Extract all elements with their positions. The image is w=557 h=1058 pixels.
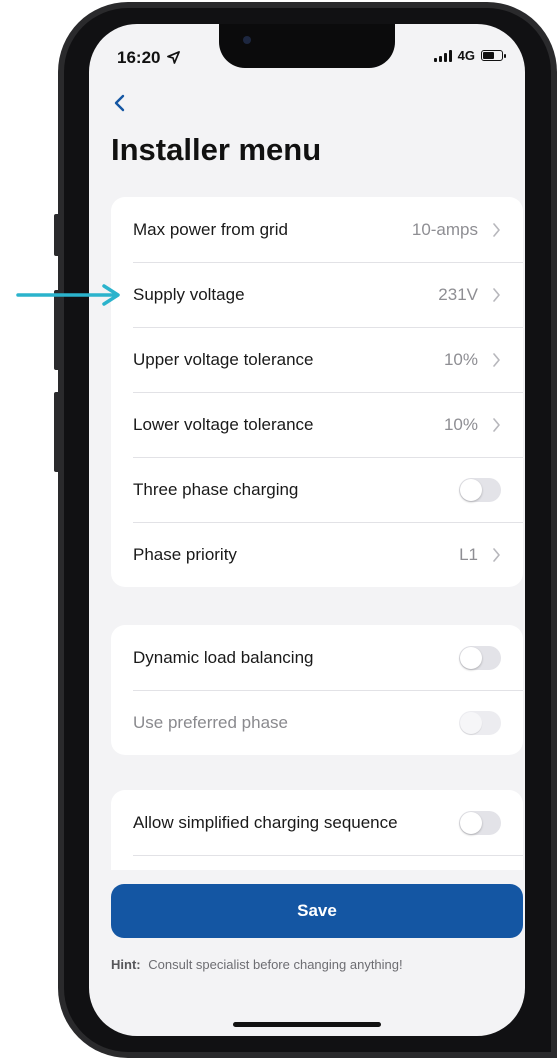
- row-label: Phase priority: [133, 544, 237, 564]
- row-value: 10-amps: [411, 219, 478, 239]
- mute-switch: [54, 214, 60, 256]
- row-label: Allow simplified charging sequence: [133, 812, 398, 832]
- chevron-right-icon: [493, 417, 500, 432]
- annotation-arrow-icon: [16, 284, 120, 306]
- row-dynamic-load-balancing: Dynamic load balancing: [111, 625, 523, 690]
- signal-bars-icon: [433, 49, 452, 62]
- app-screen: 16:20 4G Installer menu Max power from g…: [89, 24, 525, 1036]
- back-chevron-icon[interactable]: [109, 92, 131, 114]
- page-title: Installer menu: [111, 132, 322, 167]
- three-phase-toggle[interactable]: [459, 477, 501, 502]
- status-time: 16:20: [117, 48, 181, 68]
- volume-down-button: [54, 392, 60, 472]
- settings-group-grid: Max power from grid 10-amps Supply volta…: [111, 197, 523, 587]
- settings-group-charging-sequence: Allow simplified charging sequence: [111, 790, 523, 870]
- battery-icon: [481, 50, 506, 61]
- use-preferred-phase-toggle[interactable]: [459, 710, 501, 735]
- chevron-right-icon: [493, 352, 500, 367]
- camera-icon: [243, 36, 251, 44]
- hint-message: Consult specialist before changing anyth…: [148, 957, 403, 972]
- row-label: Upper voltage tolerance: [133, 349, 314, 369]
- row-value: 10%: [443, 414, 478, 434]
- hint-text: Hint: Consult specialist before changing…: [111, 957, 403, 972]
- row-phase-priority[interactable]: Phase priority L1: [111, 522, 523, 587]
- chevron-right-icon: [493, 547, 500, 562]
- network-type: 4G: [457, 48, 475, 63]
- time-text: 16:20: [117, 48, 161, 67]
- chevron-right-icon: [493, 287, 500, 302]
- simplified-charging-toggle[interactable]: [459, 810, 501, 835]
- row-value: 231V: [438, 284, 478, 304]
- row-label: Max power from grid: [133, 219, 288, 239]
- row-label: Supply voltage: [133, 284, 245, 304]
- row-value: L1: [459, 544, 478, 564]
- chevron-right-icon: [493, 222, 500, 237]
- row-label: Lower voltage tolerance: [133, 414, 314, 434]
- row-label: Use preferred phase: [133, 712, 288, 732]
- row-label: Three phase charging: [133, 479, 299, 499]
- hint-prefix: Hint:: [111, 957, 141, 972]
- row-use-preferred-phase: Use preferred phase: [111, 690, 523, 755]
- status-indicators: 4G: [433, 48, 506, 63]
- save-button[interactable]: Save: [111, 884, 523, 938]
- row-three-phase-charging: Three phase charging: [111, 457, 523, 522]
- row-max-power[interactable]: Max power from grid 10-amps: [111, 197, 523, 262]
- row-allow-simplified-charging: Allow simplified charging sequence: [111, 790, 523, 855]
- row-label: Dynamic load balancing: [133, 647, 314, 667]
- row-lower-voltage-tolerance[interactable]: Lower voltage tolerance 10%: [111, 392, 523, 457]
- row-next-hidden: [111, 855, 523, 870]
- row-upper-voltage-tolerance[interactable]: Upper voltage tolerance 10%: [111, 327, 523, 392]
- notch: [219, 24, 395, 68]
- settings-group-load-balancing: Dynamic load balancing Use preferred pha…: [111, 625, 523, 755]
- row-supply-voltage[interactable]: Supply voltage 231V: [111, 262, 523, 327]
- row-value: 10%: [443, 349, 478, 369]
- dynamic-load-balancing-toggle[interactable]: [459, 645, 501, 670]
- home-indicator: [233, 1022, 381, 1027]
- location-arrow-icon: [167, 51, 181, 64]
